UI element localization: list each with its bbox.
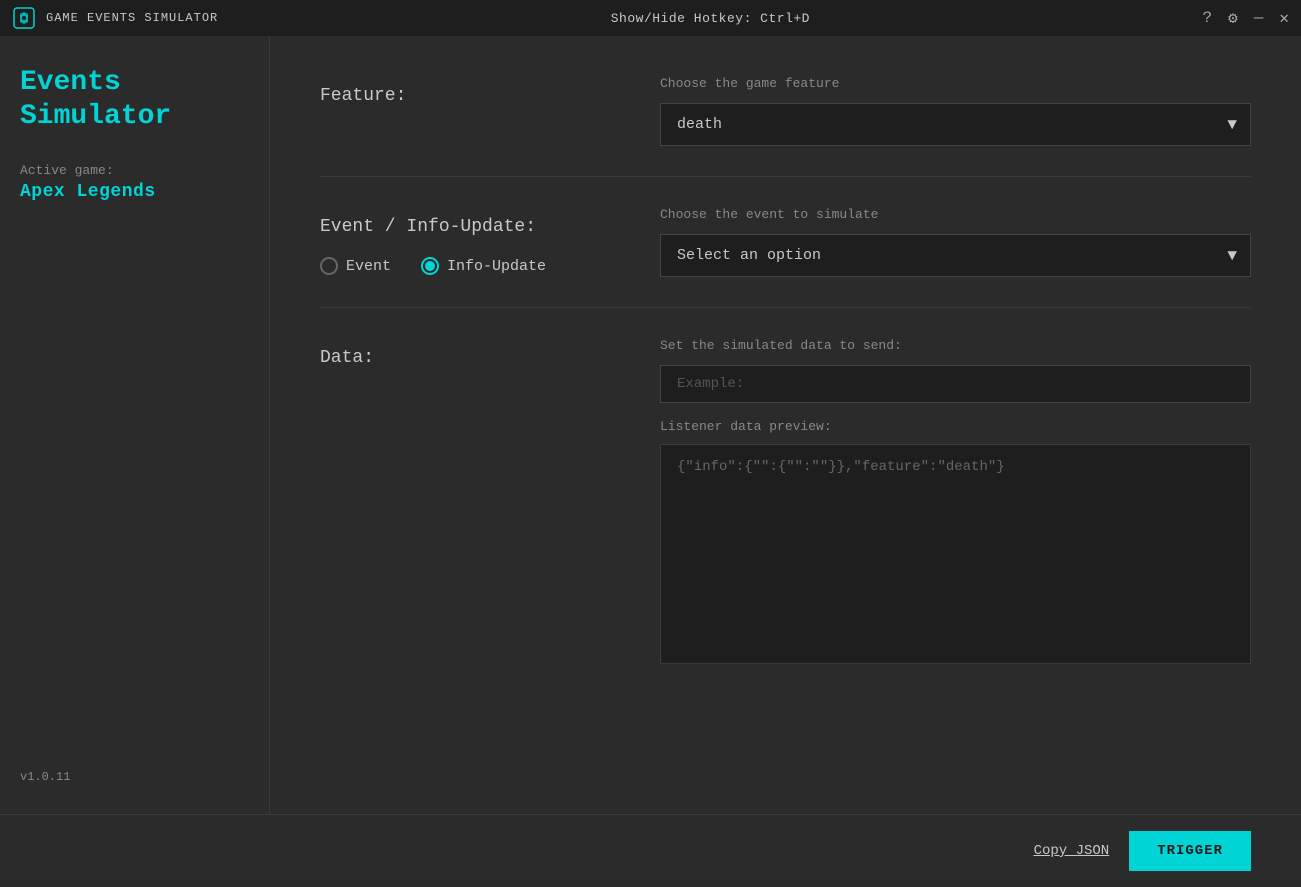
bottom-bar: Copy JSON TRIGGER bbox=[0, 814, 1301, 887]
active-game-label: Active game: bbox=[20, 163, 249, 178]
app-logo-icon bbox=[12, 6, 36, 30]
info-update-radio-item[interactable]: Info-Update bbox=[421, 257, 546, 275]
event-label-col: Event / Info-Update: Event Info-Update bbox=[320, 207, 620, 275]
data-hint: Set the simulated data to send: bbox=[660, 338, 1251, 353]
event-hint: Choose the event to simulate bbox=[660, 207, 1251, 222]
version-label: v1.0.11 bbox=[20, 770, 249, 784]
minimize-icon[interactable]: — bbox=[1254, 9, 1264, 27]
feature-dropdown[interactable]: death kill match_state me teammate kill_… bbox=[660, 103, 1251, 146]
titlebar-controls: ? ⚙ — ✕ bbox=[1203, 8, 1290, 28]
content-area: Feature: Choose the game feature death k… bbox=[270, 36, 1301, 814]
help-icon[interactable]: ? bbox=[1203, 9, 1213, 27]
data-input[interactable] bbox=[660, 365, 1251, 403]
info-update-radio-label: Info-Update bbox=[447, 258, 546, 275]
feature-hint: Choose the game feature bbox=[660, 76, 1251, 91]
data-preview-textarea[interactable] bbox=[660, 444, 1251, 664]
hotkey-label: Show/Hide Hotkey: Ctrl+D bbox=[218, 11, 1202, 26]
data-preview-label: Listener data preview: bbox=[660, 419, 1251, 434]
data-content: Set the simulated data to send: Listener… bbox=[660, 338, 1251, 664]
sidebar-title: EventsSimulator bbox=[20, 66, 249, 133]
active-game-name: Apex Legends bbox=[20, 182, 249, 202]
data-label: Data: bbox=[320, 338, 620, 368]
feature-content: Choose the game feature death kill match… bbox=[660, 76, 1251, 146]
event-section: Event / Info-Update: Event Info-Update C bbox=[320, 207, 1251, 308]
sidebar: EventsSimulator Active game: Apex Legend… bbox=[0, 36, 270, 814]
titlebar: GAME EVENTS SIMULATOR Show/Hide Hotkey: … bbox=[0, 0, 1301, 36]
app-name-label: GAME EVENTS SIMULATOR bbox=[46, 11, 218, 25]
event-section-label: Event / Info-Update: bbox=[320, 217, 620, 237]
event-radio-input[interactable] bbox=[320, 257, 338, 275]
radio-group: Event Info-Update bbox=[320, 257, 620, 275]
event-content: Choose the event to simulate Select an o… bbox=[660, 207, 1251, 277]
close-icon[interactable]: ✕ bbox=[1279, 8, 1289, 28]
feature-row: Feature: Choose the game feature death k… bbox=[320, 76, 1251, 146]
event-radio-label: Event bbox=[346, 258, 391, 275]
feature-label: Feature: bbox=[320, 76, 620, 106]
settings-icon[interactable]: ⚙ bbox=[1228, 8, 1238, 28]
main-layout: EventsSimulator Active game: Apex Legend… bbox=[0, 36, 1301, 814]
info-update-radio-input[interactable] bbox=[421, 257, 439, 275]
trigger-button[interactable]: TRIGGER bbox=[1129, 831, 1251, 871]
event-row: Event / Info-Update: Event Info-Update C bbox=[320, 207, 1251, 277]
event-dropdown[interactable]: Select an option bbox=[660, 234, 1251, 277]
event-dropdown-wrapper: Select an option ▼ bbox=[660, 234, 1251, 277]
event-radio-item[interactable]: Event bbox=[320, 257, 391, 275]
feature-dropdown-wrapper: death kill match_state me teammate kill_… bbox=[660, 103, 1251, 146]
copy-json-button[interactable]: Copy JSON bbox=[1034, 843, 1110, 859]
data-section: Data: Set the simulated data to send: Li… bbox=[320, 338, 1251, 694]
feature-section: Feature: Choose the game feature death k… bbox=[320, 76, 1251, 177]
data-row: Data: Set the simulated data to send: Li… bbox=[320, 338, 1251, 664]
